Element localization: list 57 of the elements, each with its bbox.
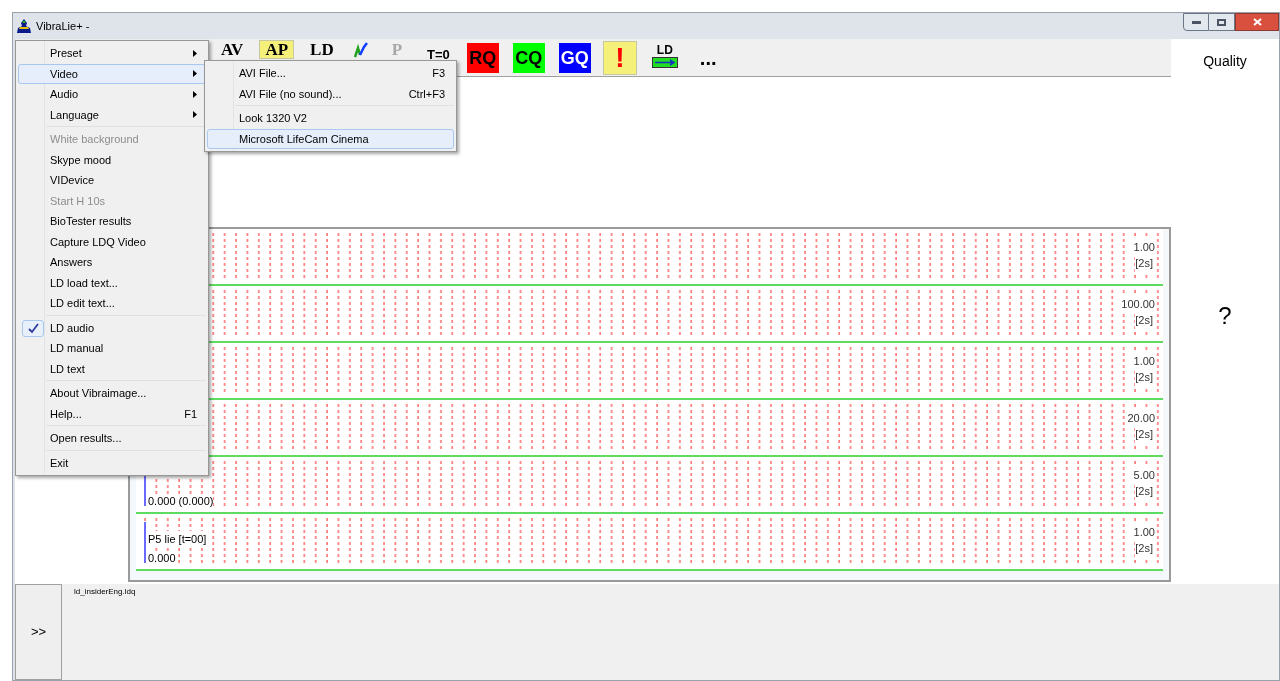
arrow-icon xyxy=(651,56,678,68)
chart-max-value: 1.00 xyxy=(1133,524,1155,541)
menu-item[interactable]: Help... F1 xyxy=(18,403,206,424)
menu-item[interactable]: Microsoft LifeCam Cinema xyxy=(207,128,454,149)
chart-time-span: [2s] xyxy=(1135,312,1153,329)
app-logo-icon xyxy=(16,18,32,34)
chart-time-span: [2s] xyxy=(1135,483,1153,500)
menu-item[interactable]: Open results... xyxy=(18,428,206,449)
quality-label: Quality xyxy=(1203,52,1247,71)
menu-item[interactable]: Video xyxy=(18,63,206,84)
toolbar-button[interactable]: RQ xyxy=(466,42,499,73)
chart-max-value: 5.00 xyxy=(1133,467,1155,484)
menu-item[interactable]: Preset xyxy=(18,43,206,64)
toolbar-button[interactable]: LD xyxy=(304,40,340,59)
menu-item[interactable]: LD edit text... xyxy=(18,293,206,314)
menu-item[interactable]: VIDevice xyxy=(18,170,206,191)
chart-value: 0.000 xyxy=(148,552,176,565)
chart-time-span: [2s] xyxy=(1135,540,1153,557)
menu-item[interactable]: AVI File... F3 xyxy=(207,63,454,84)
chart-time-span: [2s] xyxy=(1135,426,1153,443)
quality-value: ? xyxy=(1218,301,1232,331)
toolbar-button[interactable]: AV xyxy=(215,40,250,59)
menu-item[interactable]: LD manual xyxy=(18,338,206,359)
menu-item[interactable]: BioTester results xyxy=(18,211,206,232)
menu-item[interactable]: LD audio xyxy=(18,317,206,338)
file-name: ld_insiderEng.ldq xyxy=(74,586,136,598)
menu-item[interactable]: Exit xyxy=(18,452,206,473)
toolbar-button[interactable]: CQ xyxy=(512,42,545,73)
line-chart-icon xyxy=(353,41,368,58)
menu-item[interactable]: About Vibraimage... xyxy=(18,383,206,404)
more-button[interactable]: ... xyxy=(692,41,724,74)
menu-item[interactable]: Answers xyxy=(18,252,206,273)
chart-label: P5 lie [t=00] xyxy=(148,531,207,548)
toolbar-button[interactable]: AP xyxy=(259,40,295,59)
chart-time-span: [2s] xyxy=(1135,369,1153,386)
menu-item[interactable]: LD load text... xyxy=(18,272,206,293)
window-title: VibraLie+ - xyxy=(36,18,90,34)
minimize-button[interactable] xyxy=(1183,13,1209,31)
expand-button[interactable]: >> xyxy=(15,584,62,680)
chart-time-span: [2s] xyxy=(1135,255,1153,272)
menu-item[interactable]: Look 1320 V2 xyxy=(207,108,454,129)
chart-value: 0.000 (0.000) xyxy=(148,495,214,508)
menu-item[interactable]: AVI File (no sound)... Ctrl+F3 xyxy=(207,83,454,104)
menu-item[interactable]: Capture LDQ Video xyxy=(18,231,206,252)
menu-item[interactable]: LD text xyxy=(18,358,206,379)
ld-arrow-button[interactable]: LD xyxy=(646,41,683,74)
toolbar-button[interactable]: GQ xyxy=(558,42,591,73)
maximize-button[interactable] xyxy=(1209,13,1235,31)
menu-item[interactable]: Skype mood xyxy=(18,149,206,170)
chart-max-value: 20.00 xyxy=(1127,410,1155,427)
close-button[interactable] xyxy=(1235,13,1279,31)
menu-item[interactable]: Language xyxy=(18,104,206,125)
menu-item[interactable]: Audio xyxy=(18,84,206,105)
chart-max-value: 1.00 xyxy=(1133,239,1155,256)
chart-max-value: 1.00 xyxy=(1133,353,1155,370)
close-icon xyxy=(1252,18,1262,26)
chart-max-value: 100.00 xyxy=(1121,296,1155,313)
